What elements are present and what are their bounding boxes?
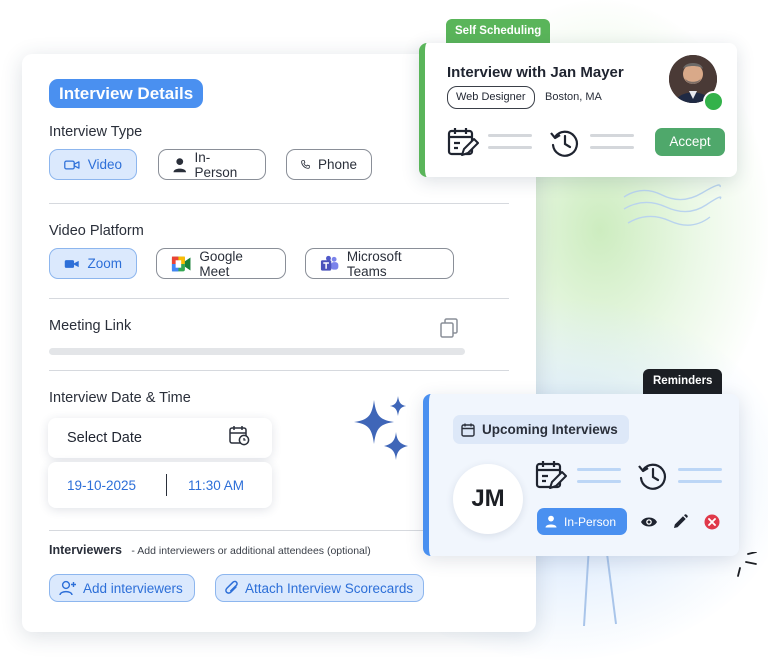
eye-icon[interactable]	[640, 515, 658, 529]
reminders-card: Upcoming Interviews JM In-Person	[423, 394, 739, 556]
pencil-edit-icon[interactable]	[672, 514, 688, 530]
platform-google-meet-option[interactable]: Google Meet	[156, 248, 286, 279]
role-badge: Web Designer	[447, 86, 535, 109]
delete-icon[interactable]	[704, 514, 720, 530]
copy-icon[interactable]	[440, 318, 458, 338]
interview-type-phone-option[interactable]: Phone	[286, 149, 372, 180]
attach-scorecards-label: Attach Interview Scorecards	[245, 580, 414, 596]
placeholder-bar	[590, 146, 634, 149]
section-divider	[49, 370, 509, 371]
reminders-tag: Reminders	[643, 369, 723, 394]
location-text: Boston, MA	[545, 91, 602, 103]
upcoming-interviews-header: Upcoming Interviews	[453, 415, 629, 444]
zoom-option-label: Zoom	[87, 256, 122, 271]
history-clock-icon	[638, 463, 667, 490]
self-scheduling-tag: Self Scheduling	[446, 19, 551, 43]
placeholder-bar	[577, 468, 621, 471]
calendar-edit-icon	[535, 461, 567, 489]
placeholder-bar	[488, 134, 532, 137]
time-value: 11:30 AM	[188, 478, 245, 493]
paperclip-icon	[225, 580, 238, 594]
placeholder-bar	[678, 480, 722, 483]
video-option-label: Video	[87, 157, 122, 172]
interview-date-time-label: Interview Date & Time	[49, 390, 191, 406]
sparkle-stars-icon	[354, 396, 408, 460]
in-person-badge-label: In-Person	[564, 514, 617, 529]
accept-button[interactable]: Accept	[655, 128, 725, 156]
burst-lines-icon	[737, 552, 757, 577]
calendar-icon	[461, 423, 475, 437]
placeholder-bar	[577, 480, 621, 483]
interview-type-in-person-option[interactable]: In-Person	[158, 149, 266, 180]
interview-type-label: Interview Type	[49, 124, 143, 140]
date-value: 19-10-2025	[67, 478, 137, 493]
interview-details-heading: Interview Details	[49, 79, 204, 108]
meeting-link-label: Meeting Link	[49, 318, 132, 334]
history-clock-icon	[550, 130, 579, 157]
online-status-indicator	[703, 91, 724, 112]
candidate-initials-avatar: JM	[453, 464, 523, 534]
date-time-field[interactable]: 19-10-2025 11:30 AM	[48, 462, 272, 508]
interviewers-hint: - Add interviewers or additional attende…	[131, 545, 371, 557]
platform-microsoft-teams-option[interactable]: Microsoft Teams	[305, 248, 454, 279]
select-date-label: Select Date	[67, 430, 142, 446]
select-date-field[interactable]: Select Date	[48, 418, 272, 458]
interview-type-video-option[interactable]: Video	[49, 149, 137, 180]
upcoming-interviews-label: Upcoming Interviews	[482, 422, 618, 437]
section-divider	[49, 298, 509, 299]
google-meet-option-label: Google Meet	[199, 248, 243, 279]
add-person-icon	[59, 580, 76, 596]
calendar-clock-icon	[229, 426, 250, 446]
meeting-link-input[interactable]	[49, 348, 465, 355]
interviewers-label: Interviewers	[49, 543, 122, 557]
date-time-separator	[166, 474, 167, 496]
person-icon	[173, 157, 187, 172]
platform-zoom-option[interactable]: Zoom	[49, 248, 137, 279]
self-scheduling-card: Interview with Jan Mayer Web Designer Bo…	[419, 43, 737, 177]
zoom-camera-icon	[64, 259, 79, 268]
video-camera-icon	[64, 159, 80, 170]
attach-scorecards-button[interactable]: Attach Interview Scorecards	[215, 574, 424, 602]
section-divider	[49, 203, 509, 204]
person-icon	[545, 515, 557, 528]
add-interviewers-button[interactable]: Add interviewers	[49, 574, 195, 602]
calendar-edit-icon	[447, 128, 479, 156]
phone-option-label: Phone	[317, 157, 357, 172]
phone-icon	[301, 160, 310, 169]
microsoft-teams-option-label: Microsoft Teams	[346, 248, 402, 279]
placeholder-bar	[488, 146, 532, 149]
in-person-option-label: In-Person	[194, 149, 238, 180]
add-interviewers-label: Add interviewers	[83, 580, 183, 596]
microsoft-teams-icon	[320, 255, 339, 271]
placeholder-bar	[590, 134, 634, 137]
in-person-badge: In-Person	[537, 508, 627, 535]
wavy-lines-decoration	[623, 184, 722, 226]
google-meet-icon	[171, 256, 191, 271]
interviewers-row: Interviewers - Add interviewers or addit…	[49, 541, 371, 559]
placeholder-bar	[678, 468, 722, 471]
video-platform-label: Video Platform	[49, 223, 144, 239]
interview-title: Interview with Jan Mayer	[447, 64, 624, 81]
